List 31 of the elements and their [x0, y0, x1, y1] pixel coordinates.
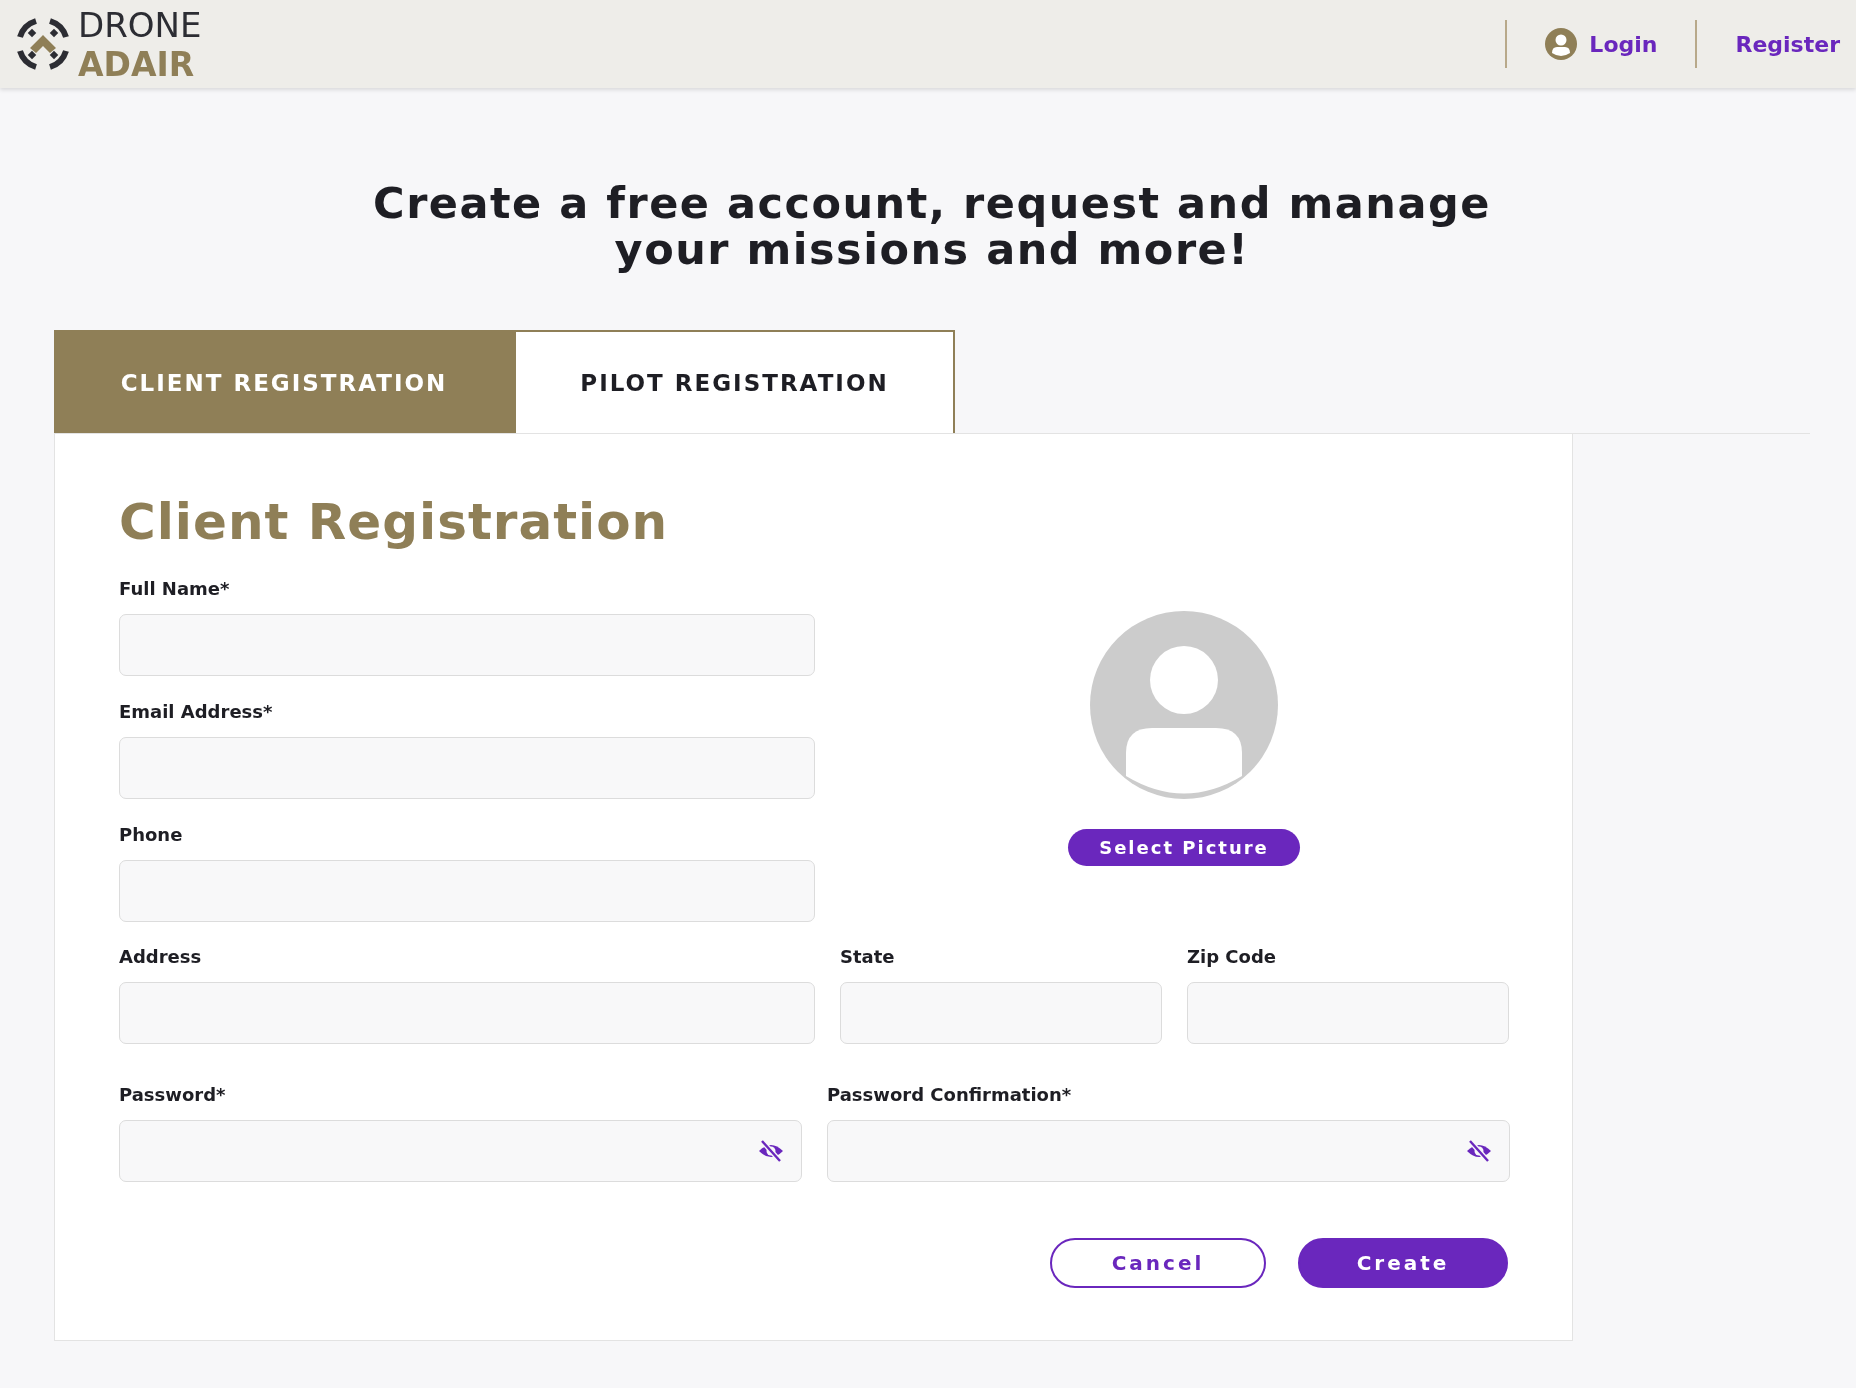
create-button[interactable]: Create: [1298, 1238, 1508, 1288]
select-picture-button[interactable]: Select Picture: [1068, 829, 1300, 866]
field-label: Password*: [119, 1084, 227, 1106]
logo-text: DRONE: [78, 4, 202, 45]
nav-link[interactable]: Register: [1697, 31, 1844, 57]
field-label: Phone: [119, 824, 184, 846]
password-field[interactable]: [119, 1120, 802, 1182]
eye-slash-icon[interactable]: [757, 1139, 785, 1163]
input-field[interactable]: [119, 614, 815, 676]
login-link[interactable]: Login: [1507, 28, 1696, 60]
input-field[interactable]: [119, 737, 815, 799]
field-label: State: [840, 946, 896, 968]
input-field[interactable]: [840, 982, 1162, 1044]
input-field[interactable]: [119, 860, 815, 922]
field-label: Zip Code: [1187, 946, 1278, 968]
field-label: Address: [119, 946, 203, 968]
input-field[interactable]: [119, 982, 815, 1044]
page-headline: Create a free account, request and manage your missions and more!: [372, 177, 1492, 272]
eye-slash-icon[interactable]: [1465, 1139, 1493, 1163]
form-title: Client Registration: [119, 492, 670, 552]
registration-tab[interactable]: PILOT REGISTRATION: [514, 330, 955, 433]
field-label: Full Name*: [119, 578, 231, 600]
input-field[interactable]: [1187, 982, 1509, 1044]
cancel-button[interactable]: Cancel: [1050, 1238, 1266, 1288]
password-field[interactable]: [827, 1120, 1510, 1182]
field-label: Password Confirmation*: [827, 1084, 1073, 1106]
account-icon: [1545, 28, 1578, 60]
avatar-placeholder-icon: [1090, 611, 1278, 799]
registration-tab[interactable]: CLIENT REGISTRATION: [54, 330, 514, 433]
field-label: Email Address*: [119, 701, 274, 723]
logo-text: ADAIR: [78, 44, 196, 84]
